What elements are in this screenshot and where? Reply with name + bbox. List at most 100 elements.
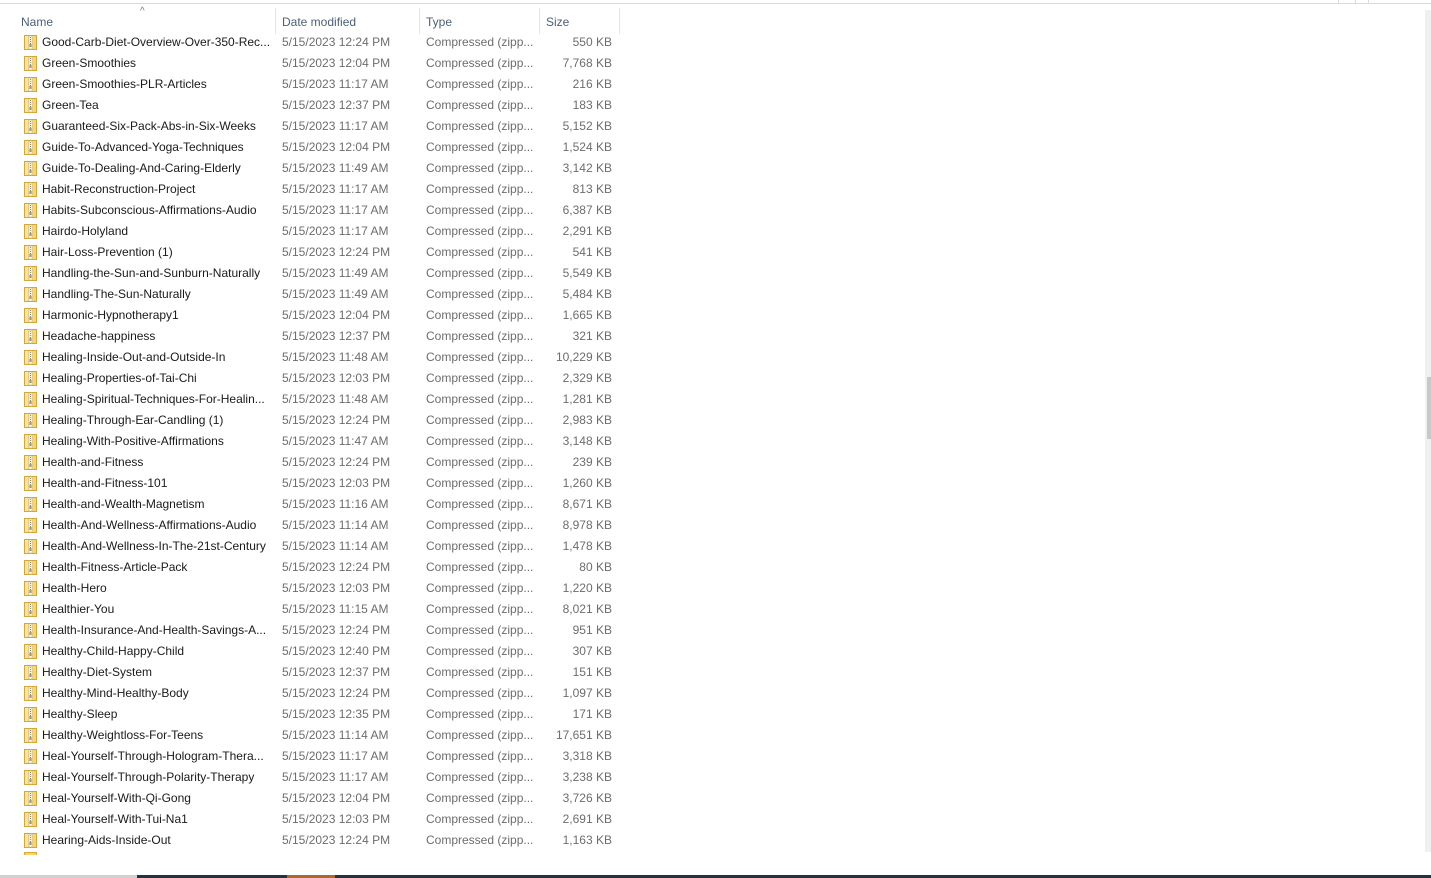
file-type: Compressed (zipp... — [426, 413, 534, 427]
file-size: 216 KB — [572, 77, 612, 91]
zip-folder-icon — [24, 182, 37, 197]
file-row[interactable]: Healthy-Weightloss-For-Teens 5/15/2023 11… — [20, 725, 620, 746]
file-row[interactable]: Health-Insurance-And-Health-Savings-A...… — [20, 620, 620, 641]
file-row[interactable]: Healing-Spiritual-Techniques-For-Healin.… — [20, 389, 620, 410]
file-row[interactable]: Healthier-You 5/15/2023 11:15 AM Compresse… — [20, 599, 620, 620]
file-size: 1,260 KB — [562, 476, 612, 490]
file-row[interactable]: Guide-To-Advanced-Yoga-Techniques 5/15/20… — [20, 137, 620, 158]
file-size: 1,524 KB — [562, 140, 612, 154]
file-name: Healthy-Diet-System — [42, 665, 153, 679]
file-row[interactable]: Health-Fitness-Article-Pack 5/15/2023 12:… — [20, 557, 620, 578]
file-name: Healing-Properties-of-Tai-Chi — [42, 371, 197, 385]
file-date-modified: 5/15/2023 11:14 AM — [282, 518, 389, 532]
file-row[interactable]: Headache-happiness 5/15/2023 12:37 PM Comp… — [20, 326, 620, 347]
file-size: 1,220 KB — [562, 581, 612, 595]
file-row[interactable]: Healthy-Mind-Healthy-Body 5/15/2023 12:24… — [20, 683, 620, 704]
file-name: Habit-Reconstruction-Project — [42, 182, 196, 196]
file-row[interactable]: Healing-Inside-Out-and-Outside-In 5/15/20… — [20, 347, 620, 368]
vertical-scrollbar-thumb[interactable] — [1427, 377, 1431, 439]
file-date-modified: 5/15/2023 12:04 PM — [282, 308, 391, 322]
file-name: Green-Tea — [42, 98, 99, 112]
file-date-modified: 5/15/2023 12:24 PM — [282, 686, 391, 700]
file-size: 3,726 KB — [562, 791, 612, 805]
file-row[interactable]: Guaranteed-Six-Pack-Abs-in-Six-Weeks 5/15… — [20, 116, 620, 137]
file-row[interactable]: Health-And-Wellness-Affirmations-Audio 5/… — [20, 515, 620, 536]
column-header-date-modified[interactable]: Date modified — [276, 8, 420, 34]
file-type: Compressed (zipp... — [426, 392, 534, 406]
file-size: 8,021 KB — [562, 602, 612, 616]
zip-folder-icon — [24, 308, 37, 323]
file-name: Health-And-Wellness-In-The-21st-Century — [42, 539, 266, 553]
file-name: Health-and-Wealth-Magnetism — [42, 497, 205, 511]
file-date-modified: 5/15/2023 11:17 AM — [282, 203, 389, 217]
file-row[interactable]: Handling-the-Sun-and-Sunburn-Naturally 5/… — [20, 263, 620, 284]
zip-folder-icon — [24, 56, 37, 71]
file-type: Compressed (zipp... — [426, 266, 534, 280]
file-date-modified: 5/15/2023 12:37 PM — [282, 98, 391, 112]
file-row[interactable]: Health-Hero 5/15/2023 12:03 PM Compressed … — [20, 578, 620, 599]
file-row[interactable]: Health-and-Fitness 5/15/2023 12:24 PM Comp… — [20, 452, 620, 473]
file-row[interactable]: Healthy-Sleep 5/15/2023 12:35 PM Compresse… — [20, 704, 620, 725]
file-name: Heal-Yourself-With-Tui-Na1 — [42, 812, 188, 826]
file-row[interactable]: Health-And-Wellness-In-The-21st-Century 5… — [20, 536, 620, 557]
file-type: Compressed (zipp... — [426, 308, 534, 322]
file-row[interactable]: Healthy-Child-Happy-Child 5/15/2023 12:40… — [20, 641, 620, 662]
file-row[interactable]: Heal-Yourself-With-Qi-Gong 5/15/2023 12:0… — [20, 788, 620, 809]
column-header-type[interactable]: Type — [420, 8, 540, 34]
file-row[interactable]: Guide-To-Dealing-And-Caring-Elderly 5/15/… — [20, 158, 620, 179]
file-name: Healing-Through-Ear-Candling (1) — [42, 413, 224, 427]
file-name: Headache-happiness — [42, 329, 156, 343]
file-type: Compressed (zipp... — [426, 476, 534, 490]
file-row[interactable]: Harmonic-Hypnotherapy1 5/15/2023 12:04 PM… — [20, 305, 620, 326]
file-row[interactable]: Hearing-Aids-Inside-Out 5/15/2023 12:24 P… — [20, 830, 620, 851]
file-row[interactable]: Green-Tea 5/15/2023 12:37 PM Compressed (z… — [20, 95, 620, 116]
file-name: Guaranteed-Six-Pack-Abs-in-Six-Weeks — [42, 119, 256, 133]
file-row[interactable]: Handling-The-Sun-Naturally 5/15/2023 11:4… — [20, 284, 620, 305]
file-type: Compressed (zipp... — [426, 812, 534, 826]
file-type: Compressed (zipp... — [426, 203, 534, 217]
file-date-modified: 5/15/2023 11:49 AM — [282, 161, 389, 175]
file-name: Good-Carb-Diet-Overview-Over-350-Rec... — [42, 35, 271, 49]
file-row[interactable]: Green-Smoothies-PLR-Articles 5/15/2023 11… — [20, 74, 620, 95]
file-row[interactable]: Heal-Yourself-With-Tui-Na1 5/15/2023 12:0… — [20, 809, 620, 830]
zip-folder-icon — [24, 833, 37, 848]
file-date-modified: 5/15/2023 12:24 PM — [282, 245, 391, 259]
file-date-modified: 5/15/2023 11:17 AM — [282, 770, 389, 784]
file-size: 3,238 KB — [562, 770, 612, 784]
file-type: Compressed (zipp... — [426, 119, 534, 133]
file-row[interactable]: Habits-Subconscious-Affirmations-Audio 5/… — [20, 200, 620, 221]
file-type: Compressed (zipp... — [426, 581, 534, 595]
file-row[interactable]: Healthy-Diet-System 5/15/2023 12:37 PM Com… — [20, 662, 620, 683]
file-row[interactable]: Heal-Yourself-Through-Hologram-Thera... 5… — [20, 746, 620, 767]
file-size: 1,281 KB — [562, 392, 612, 406]
file-name: Health-and-Fitness — [42, 455, 144, 469]
file-size: 321 KB — [572, 329, 612, 343]
file-row[interactable]: Healing-Through-Ear-Candling (1) 5/15/202… — [20, 410, 620, 431]
file-size: 10,229 KB — [555, 350, 612, 364]
file-size: 17,651 KB — [555, 728, 612, 742]
file-row[interactable]: Healing-With-Positive-Affirmations 5/15/2… — [20, 431, 620, 452]
file-row[interactable]: Healing-Properties-of-Tai-Chi 5/15/2023 1… — [20, 368, 620, 389]
file-row[interactable]: Hairdo-Holyland 5/15/2023 11:17 AM Compres… — [20, 221, 620, 242]
file-row[interactable]: Heal-Yourself-Through-Polarity-Therapy 5/… — [20, 767, 620, 788]
file-row[interactable]: Health-and-Wealth-Magnetism 5/15/2023 11:… — [20, 494, 620, 515]
file-date-modified: 5/15/2023 12:03 PM — [282, 812, 391, 826]
column-header-size-label: Size — [546, 15, 570, 29]
file-row[interactable]: Good-Carb-Diet-Overview-Over-350-Rec... 5… — [20, 32, 620, 53]
file-date-modified: 5/15/2023 12:37 PM — [282, 329, 391, 343]
file-row[interactable]: Green-Smoothies 5/15/2023 12:04 PM Compres… — [20, 53, 620, 74]
file-type: Compressed (zipp... — [426, 140, 534, 154]
zip-folder-icon — [24, 518, 37, 533]
zip-folder-icon — [24, 770, 37, 785]
file-date-modified: 5/15/2023 11:17 AM — [282, 182, 389, 196]
file-row[interactable]: Health-and-Fitness-101 5/15/2023 12:03 PM… — [20, 473, 620, 494]
file-name: Green-Smoothies-PLR-Articles — [42, 77, 207, 91]
file-type: Compressed (zipp... — [426, 371, 534, 385]
file-row[interactable]: Habit-Reconstruction-Project 5/15/2023 11… — [20, 179, 620, 200]
zip-folder-icon — [24, 392, 37, 407]
file-date-modified: 5/15/2023 11:15 AM — [282, 602, 389, 616]
column-header-name[interactable]: Name — [15, 8, 276, 34]
file-type: Compressed (zipp... — [426, 161, 534, 175]
file-row[interactable]: Hair-Loss-Prevention (1) 5/15/2023 12:24 … — [20, 242, 620, 263]
column-header-size[interactable]: Size — [540, 8, 620, 34]
